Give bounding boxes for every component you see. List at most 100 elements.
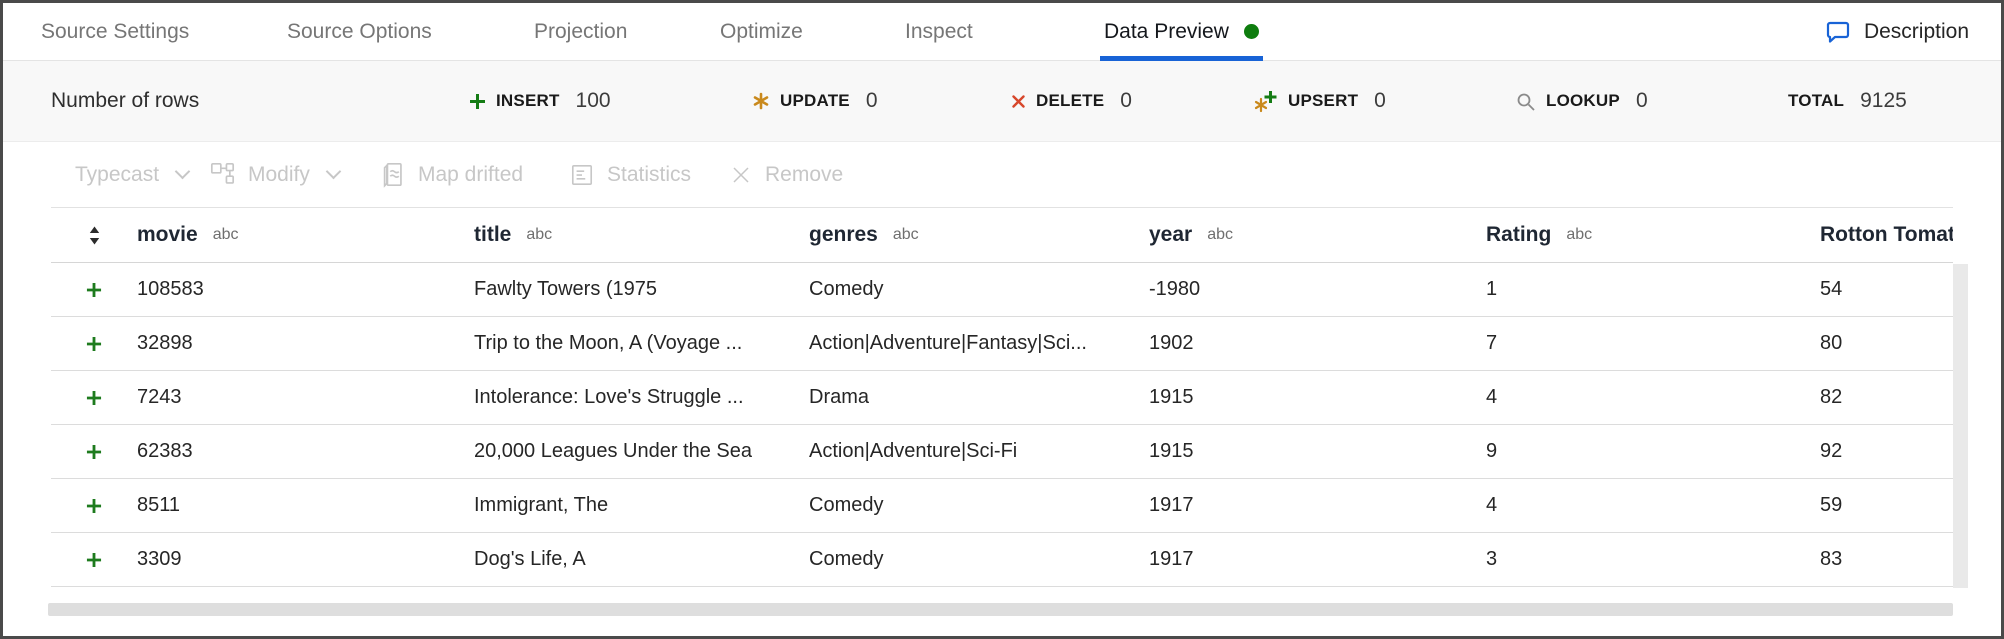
description-label: Description: [1864, 20, 1969, 44]
sort-icon: [87, 225, 102, 246]
upsert-icon: [1253, 90, 1278, 113]
data-preview-table: movieabctitleabcgenresabcyearabcRatingab…: [51, 207, 1953, 587]
stat-upsert: UPSERT 0: [1253, 61, 1386, 141]
table-row[interactable]: 6238320,000 Leagues Under the SeaAction|…: [51, 425, 1953, 479]
stat-label: INSERT: [496, 91, 560, 111]
toolbar-map-drifted-button[interactable]: Map drifted: [379, 142, 523, 207]
table-cell: 92: [1820, 440, 1953, 463]
table-row[interactable]: 32898Trip to the Moon, A (Voyage ...Acti…: [51, 317, 1953, 371]
vertical-scrollbar[interactable]: [1953, 264, 1968, 588]
table-cell: 82: [1820, 386, 1953, 409]
stat-label: UPDATE: [780, 91, 850, 111]
row-insert-indicator: [51, 552, 137, 568]
tab-data-preview[interactable]: Data Preview: [1104, 3, 1259, 60]
table-cell: Trip to the Moon, A (Voyage ...: [474, 332, 809, 355]
lookup-magnifier-icon: [1515, 91, 1536, 112]
toolbar-item-label: Map drifted: [418, 163, 523, 187]
statistics-icon: [569, 162, 595, 188]
number-of-rows-label: Number of rows: [51, 61, 199, 141]
table-cell: Action|Adventure|Sci-Fi: [809, 440, 1149, 463]
column-name: title: [474, 223, 511, 247]
tab-label: Source Options: [287, 20, 432, 44]
column-header-genres[interactable]: genresabc: [809, 223, 1149, 247]
row-plus-icon: [86, 390, 102, 406]
table-cell: 83: [1820, 548, 1953, 571]
column-type-abc: abc: [1566, 226, 1592, 244]
table-cell: Comedy: [809, 278, 1149, 301]
tab-label: Data Preview: [1104, 20, 1229, 44]
table-cell: 54: [1820, 278, 1953, 301]
tab-source-options[interactable]: Source Options: [287, 3, 432, 60]
table-row[interactable]: 3309Dog's Life, AComedy1917383: [51, 533, 1953, 587]
stat-value: 0: [1636, 89, 1648, 113]
tab-label: Optimize: [720, 20, 803, 44]
table-cell: 7: [1486, 332, 1820, 355]
toolbar-remove-button[interactable]: Remove: [729, 142, 843, 207]
table-cell: 1915: [1149, 440, 1486, 463]
toolbar-statistics-button[interactable]: Statistics: [569, 142, 691, 207]
comment-bubble-icon: [1824, 18, 1852, 46]
stat-value: 0: [866, 89, 878, 113]
table-cell: 108583: [137, 278, 474, 301]
stat-label: LOOKUP: [1546, 91, 1620, 111]
chevron-down-icon: [175, 164, 191, 180]
row-insert-indicator: [51, 336, 137, 352]
modify-icon: [209, 161, 236, 188]
stat-total: TOTAL 9125: [1788, 61, 1907, 141]
stat-delete: DELETE0: [1011, 61, 1132, 141]
row-insert-indicator: [51, 390, 137, 406]
column-header-rotton-tomato[interactable]: Rotton Tomato: [1820, 223, 1953, 247]
tab-projection[interactable]: Projection: [534, 3, 627, 60]
table-cell: 20,000 Leagues Under the Sea: [474, 440, 809, 463]
column-name: year: [1149, 223, 1192, 247]
table-body: 108583Fawlty Towers (1975Comedy-19801543…: [51, 263, 1953, 587]
table-row[interactable]: 108583Fawlty Towers (1975Comedy-1980154: [51, 263, 1953, 317]
toolbar-modify-button[interactable]: Modify: [209, 142, 339, 207]
table-cell: Drama: [809, 386, 1149, 409]
stat-value: 0: [1374, 89, 1386, 113]
table-cell: 3: [1486, 548, 1820, 571]
table-row[interactable]: 7243Intolerance: Love's Struggle ...Dram…: [51, 371, 1953, 425]
table-cell: 4: [1486, 494, 1820, 517]
table-cell: 7243: [137, 386, 474, 409]
map-drifted-icon: [379, 161, 406, 188]
toolbar-item-label: Remove: [765, 163, 843, 187]
column-type-abc: abc: [1207, 226, 1233, 244]
row-plus-icon: [86, 444, 102, 460]
table-cell: 4: [1486, 386, 1820, 409]
description-button[interactable]: Description: [1824, 3, 1969, 60]
table-cell: Comedy: [809, 548, 1149, 571]
table-cell: 9: [1486, 440, 1820, 463]
table-row[interactable]: 8511Immigrant, TheComedy1917459: [51, 479, 1953, 533]
column-name: Rotton Tomato: [1820, 223, 1953, 247]
table-cell: 80: [1820, 332, 1953, 355]
toolbar: Typecast Modify Map drifted Statistics Remov…: [3, 142, 2001, 207]
tab-optimize[interactable]: Optimize: [720, 3, 803, 60]
tab-source-settings[interactable]: Source Settings: [41, 3, 189, 60]
column-header-movie[interactable]: movieabc: [137, 223, 474, 247]
column-name: genres: [809, 223, 878, 247]
column-header-year[interactable]: yearabc: [1149, 223, 1486, 247]
table-cell: 3309: [137, 548, 474, 571]
tab-inspect[interactable]: Inspect: [905, 3, 973, 60]
sort-column-header[interactable]: [51, 225, 137, 246]
chevron-down-icon: [326, 164, 342, 180]
table-cell: 32898: [137, 332, 474, 355]
table-cell: Immigrant, The: [474, 494, 809, 517]
horizontal-scrollbar[interactable]: [48, 603, 1953, 616]
toolbar-typecast-button[interactable]: Typecast: [75, 142, 188, 207]
stat-total-label: TOTAL: [1788, 91, 1844, 111]
tab-bar: Description Source Settings Source Option…: [3, 3, 2001, 61]
column-name: Rating: [1486, 223, 1551, 247]
column-header-title[interactable]: titleabc: [474, 223, 809, 247]
table-cell: 1902: [1149, 332, 1486, 355]
stat-insert: INSERT100: [469, 61, 611, 141]
table-header-row: movieabctitleabcgenresabcyearabcRatingab…: [51, 207, 1953, 263]
toolbar-item-label: Modify: [248, 163, 310, 187]
stat-label: UPSERT: [1288, 91, 1358, 111]
delete-x-icon: [1011, 94, 1026, 109]
toolbar-item-label: Typecast: [75, 163, 159, 187]
table-cell: 62383: [137, 440, 474, 463]
stat-label: DELETE: [1036, 91, 1104, 111]
column-header-rating[interactable]: Rating abc: [1486, 223, 1820, 247]
